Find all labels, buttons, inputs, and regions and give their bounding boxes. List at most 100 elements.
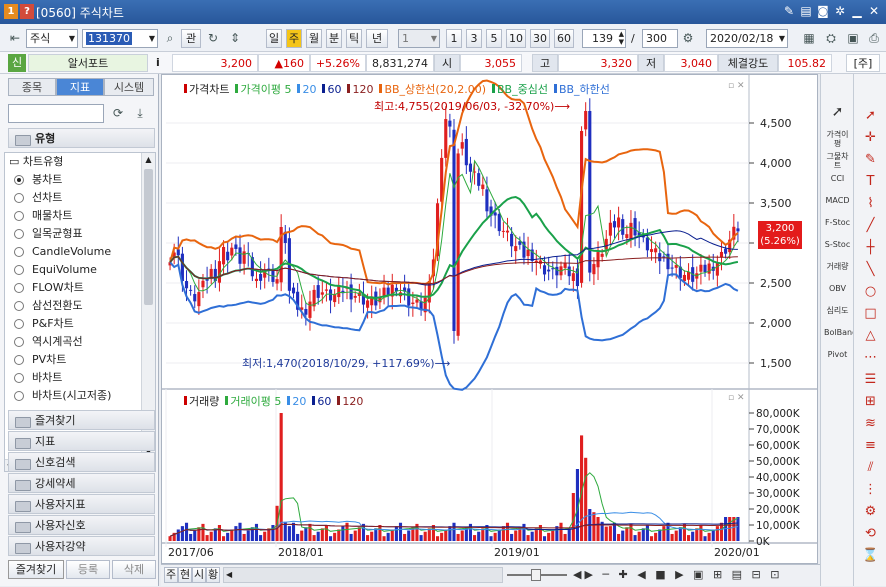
arrow-icon[interactable]: ➚ — [857, 108, 884, 124]
period-month[interactable]: 월 — [306, 29, 322, 48]
level-icon[interactable]: ≡ — [857, 438, 884, 454]
close-icon[interactable]: ✕ — [866, 3, 882, 20]
watch-button[interactable]: 관 — [181, 29, 201, 48]
cross-icon[interactable]: ┼ — [857, 240, 884, 256]
tab-stocks[interactable]: 종목 — [8, 78, 56, 96]
radio-button[interactable] — [14, 283, 24, 293]
interval-1[interactable]: 1 — [446, 29, 462, 48]
radio-button[interactable] — [14, 265, 24, 275]
indicator-tool[interactable]: Pivot — [824, 350, 851, 359]
zoom-slider[interactable] — [507, 567, 567, 583]
camera-icon[interactable]: ◙ — [815, 3, 831, 20]
search-icon[interactable]: ⌕ — [161, 29, 179, 47]
chart-type-item[interactable]: 삼선전환도 — [14, 297, 83, 315]
chart-type-item[interactable]: 봉차트 — [14, 171, 62, 189]
scroll-left-icon[interactable]: ◀ — [226, 568, 232, 582]
chart-type-item[interactable]: P&F차트 — [14, 315, 74, 333]
table-icon[interactable]: ▦ — [800, 29, 818, 47]
folder-indicators[interactable]: 지표 — [8, 431, 155, 451]
interval-10[interactable]: 10 — [506, 29, 526, 48]
period-tick[interactable]: 틱 — [346, 29, 362, 48]
indicator-tool[interactable]: F-Stoc — [824, 218, 851, 227]
indicator-tool[interactable]: S-Stoc — [824, 240, 851, 249]
scroll-up-icon[interactable]: ▲ — [142, 153, 155, 167]
pencil-icon[interactable]: ✎ — [857, 152, 884, 168]
period-minute[interactable]: 분 — [326, 29, 342, 48]
radio-button[interactable] — [14, 301, 24, 311]
tool-icon[interactable]: ⛭ — [822, 29, 840, 47]
scroll-thumb[interactable] — [144, 169, 153, 305]
memo-icon[interactable]: ✎ — [781, 3, 797, 20]
line-icon[interactable]: ╱ — [857, 218, 884, 234]
cursor-icon[interactable]: ➚ — [824, 105, 851, 119]
chart-type-item[interactable]: EquiVolume — [14, 261, 97, 279]
chart-type-item[interactable]: PV차트 — [14, 351, 66, 369]
timer-icon[interactable]: ⌛ — [857, 548, 884, 564]
tree-root[interactable]: ▭ 차트유형 — [9, 153, 63, 171]
diagonal-icon[interactable]: ╲ — [857, 262, 884, 278]
period-day[interactable]: 일 — [266, 29, 282, 48]
wave-icon[interactable]: ⌇ — [857, 196, 884, 212]
menu-icon[interactable]: ☰ — [857, 372, 884, 388]
chart-type-item[interactable]: 선차트 — [14, 189, 62, 207]
indicator-search-input[interactable] — [8, 104, 104, 123]
rect-icon[interactable]: □ — [857, 306, 884, 322]
undo-icon[interactable]: ⟲ — [857, 526, 884, 542]
spin-icon[interactable]: ⇕ — [226, 29, 244, 47]
folder-user-signals[interactable]: 사용자신호 — [8, 515, 155, 535]
chart-type-item[interactable]: CandleVolume — [14, 243, 111, 261]
indicator-tool[interactable]: 가격이평 — [824, 130, 851, 148]
gear-icon[interactable]: ✲ — [832, 3, 848, 20]
code-input[interactable]: 131370 ▼ — [82, 29, 158, 48]
chart-canvas[interactable]: 4,5004,0003,5003,0002,5002,0001,50080,00… — [162, 75, 817, 563]
interval-3[interactable]: 3 — [466, 29, 482, 48]
indicator-tool[interactable]: MACD — [824, 196, 851, 205]
folder-user-strength[interactable]: 사용자강약 — [8, 536, 155, 556]
circle-icon[interactable]: ○ — [857, 284, 884, 300]
prev-stock-icon[interactable]: ⇤ — [6, 29, 24, 47]
crosshair-icon[interactable]: ✛ — [857, 130, 884, 146]
chart-scrollbar[interactable]: ◀ — [223, 567, 503, 583]
radio-button[interactable] — [14, 193, 24, 203]
radio-button[interactable] — [14, 355, 24, 365]
download-icon[interactable]: ⤓ — [131, 104, 149, 122]
market-select[interactable]: 주식 ▼ — [26, 29, 78, 48]
interval-30[interactable]: 30 — [530, 29, 550, 48]
folder-user-indicators[interactable]: 사용자지표 — [8, 494, 155, 514]
tab-indicators[interactable]: 지표 — [56, 78, 104, 96]
settings-icon[interactable]: ⚙ — [857, 504, 884, 520]
print-icon[interactable]: ⎙ — [865, 29, 883, 47]
chart-type-item[interactable]: FLOW차트 — [14, 279, 84, 297]
date-input[interactable]: 2020/02/18 ▼ — [706, 29, 788, 48]
indicator-tool[interactable]: BolBand — [824, 328, 857, 337]
channel-icon[interactable]: ⫽ — [857, 460, 884, 476]
interval-5[interactable]: 5 — [486, 29, 502, 48]
radio-button[interactable] — [14, 175, 24, 185]
bottom-btn-1[interactable]: 주 — [164, 567, 178, 583]
window-badge-1[interactable]: 1 — [4, 4, 18, 19]
fib-icon[interactable]: ≋ — [857, 416, 884, 432]
tab-system[interactable]: 시스템 — [104, 78, 154, 96]
save-icon[interactable]: ▤ — [798, 3, 814, 20]
panel-close-icon[interactable]: ▫ ✕ — [728, 81, 745, 91]
bottom-btn-2[interactable]: 현 — [178, 567, 192, 583]
chart-type-item[interactable]: 매물차트 — [14, 207, 72, 225]
delete-button[interactable]: 삭제 — [112, 560, 156, 579]
nav-controls[interactable]: ◀▶ ─ ✚ ◀ ■ ▶ ▣ ⊞ ▤ ⊟ ⊡ — [573, 568, 782, 581]
interval-select[interactable]: 1 ▼ — [398, 29, 440, 48]
register-button[interactable]: 등록 — [66, 560, 110, 579]
dots-icon[interactable]: ⋯ — [857, 350, 884, 366]
favorites-tab[interactable]: 즐겨찾기 — [8, 560, 64, 579]
indicator-tool[interactable]: 그물차트 — [824, 152, 851, 170]
period-year[interactable]: 년 — [366, 29, 388, 48]
rotate-icon[interactable]: ↻ — [204, 29, 222, 47]
radio-button[interactable] — [14, 373, 24, 383]
indicator-tool[interactable]: OBV — [824, 284, 851, 293]
chart-type-item[interactable]: 일목균형표 — [14, 225, 83, 243]
radio-button[interactable] — [14, 391, 24, 401]
indicator-tool[interactable]: 심리도 — [824, 306, 851, 315]
minimize-icon[interactable]: ▁ — [849, 3, 865, 20]
triangle-icon[interactable]: △ — [857, 328, 884, 344]
settings-icon[interactable]: ⚙ — [679, 29, 697, 47]
bottom-btn-3[interactable]: 시 — [192, 567, 206, 583]
